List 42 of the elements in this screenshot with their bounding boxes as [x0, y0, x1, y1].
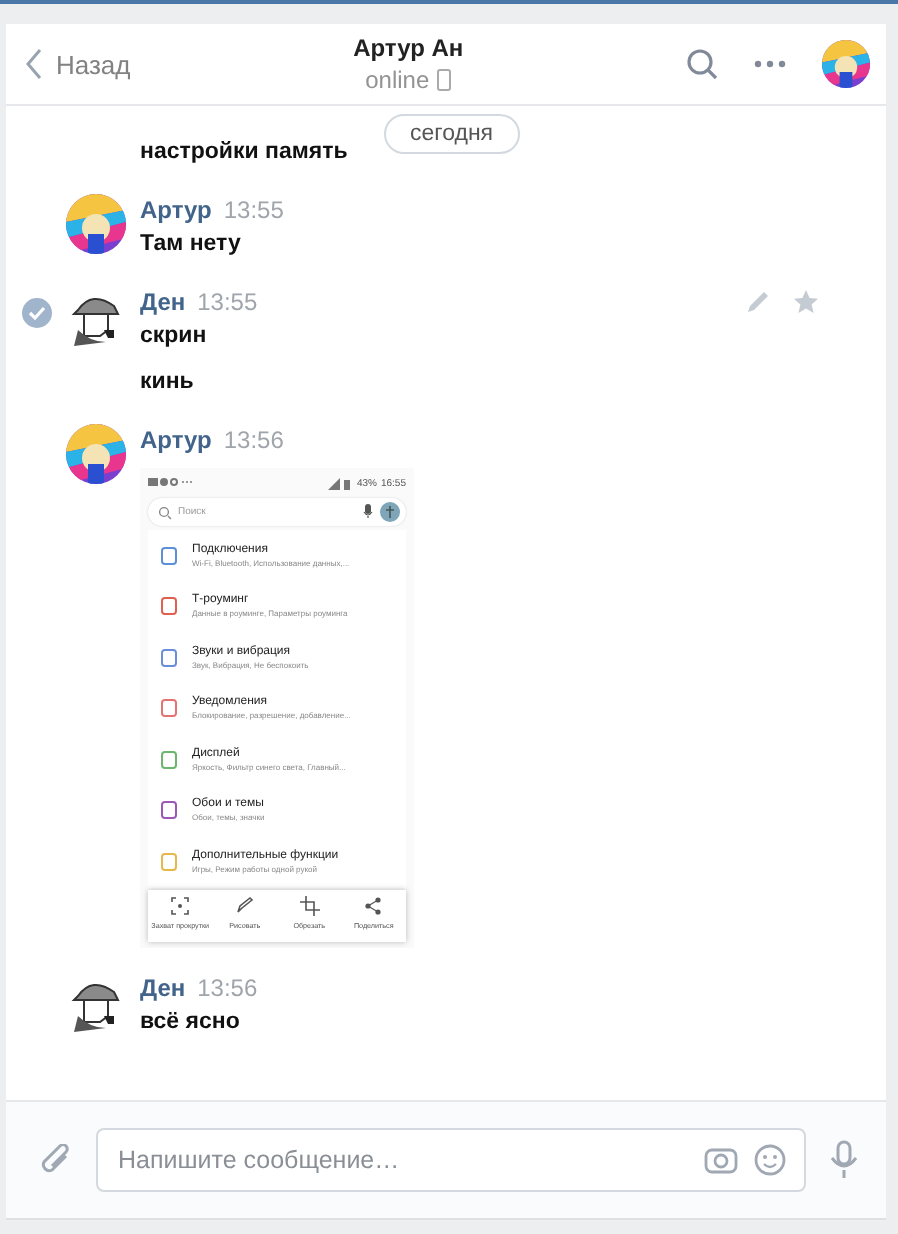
star-icon[interactable]	[794, 290, 818, 314]
message-text: всё ясно	[140, 1008, 242, 1038]
back-button[interactable]: Назад	[26, 48, 131, 80]
phone-icon	[435, 68, 452, 92]
chat-title: Артур Ан	[353, 32, 464, 64]
message-field[interactable]: Напишите сообщение…	[96, 1128, 806, 1192]
online-status: online	[365, 64, 452, 96]
selected-check-icon[interactable]	[22, 298, 52, 328]
message-text: Там нету	[140, 230, 243, 260]
mic-icon[interactable]	[362, 504, 374, 520]
emoji-icon[interactable]	[754, 1144, 786, 1176]
message-text: кинь	[140, 368, 196, 398]
screenshot-attachment[interactable]	[140, 468, 414, 948]
author-name[interactable]: Артур	[140, 194, 212, 226]
capture-icon	[170, 896, 191, 916]
message-time: 13:55	[197, 286, 258, 318]
message-time: 13:56	[223, 424, 284, 456]
pencil-icon	[234, 896, 255, 916]
search-icon	[158, 505, 172, 519]
share-icon	[363, 896, 384, 916]
author-name[interactable]: Ден	[140, 286, 186, 318]
more-icon[interactable]	[754, 60, 786, 68]
crop-icon	[299, 896, 320, 916]
message-time: 13:55	[223, 194, 284, 226]
avatar-icon	[66, 424, 126, 484]
profile-icon[interactable]	[380, 502, 400, 522]
attach-icon[interactable]	[38, 1143, 72, 1177]
message-text: настройки память	[140, 138, 348, 168]
search-icon[interactable]	[686, 48, 718, 80]
author-name[interactable]: Артур	[140, 424, 212, 456]
message-text: скрин	[140, 322, 209, 352]
pencil-icon[interactable]	[746, 290, 770, 314]
microphone-icon[interactable]	[830, 1140, 858, 1180]
back-icon	[26, 48, 44, 80]
author-name[interactable]: Ден	[140, 972, 186, 1004]
avatar-icon	[66, 194, 126, 254]
message-time: 13:56	[197, 972, 258, 1004]
camera-icon[interactable]	[704, 1144, 738, 1176]
notification-icons	[148, 475, 192, 487]
signal-icon	[328, 477, 353, 489]
date-divider: сегодня	[384, 114, 520, 154]
avatar-icon	[822, 40, 870, 88]
